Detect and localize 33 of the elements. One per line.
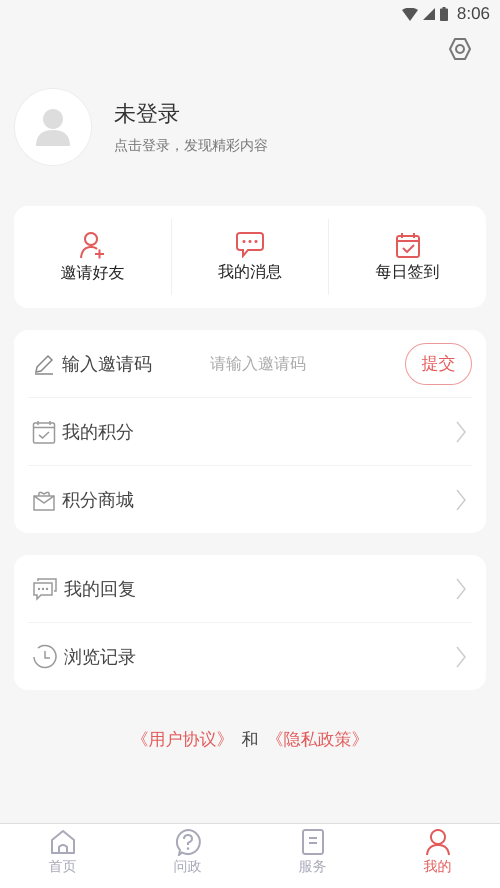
person-icon	[34, 108, 72, 146]
tab-item[interactable]: 我的	[375, 824, 500, 888]
invite-code-field[interactable]: 请输入邀请码	[208, 353, 399, 374]
invite-code-label: 输入邀请码	[62, 352, 153, 376]
menu-item[interactable]: 积分商城	[28, 466, 472, 533]
menu-item[interactable]: 我的积分	[28, 398, 472, 465]
menu-item[interactable]: 我的回复	[28, 555, 472, 622]
chat-icon	[32, 576, 58, 600]
quick-action-button[interactable]: 每日签到	[329, 222, 486, 292]
submit-button[interactable]: 提交	[405, 342, 472, 384]
login-status[interactable]: 未登录	[114, 99, 268, 129]
wifi-icon	[402, 8, 418, 20]
chevron-right-icon	[456, 578, 466, 600]
battery-icon	[440, 7, 448, 21]
calendar-check-icon	[394, 232, 421, 258]
question-icon	[174, 828, 202, 856]
conjunction-text: 和	[242, 729, 258, 751]
chevron-right-icon	[456, 420, 466, 442]
chat-icon	[236, 232, 264, 258]
add-user-icon	[79, 230, 106, 258]
chevron-right-icon	[456, 488, 466, 510]
menu-item[interactable]: 浏览记录	[28, 623, 472, 690]
signal-icon	[422, 8, 435, 20]
quick-action-button[interactable]: 邀请好友	[14, 220, 171, 294]
quick-action-button[interactable]: 我的消息	[172, 222, 328, 292]
chevron-right-icon	[456, 646, 466, 668]
status-time: 8:06	[456, 4, 490, 24]
settings-icon[interactable]	[447, 36, 473, 62]
clock-icon	[32, 644, 58, 670]
login-hint: 点击登录，发现精彩内容	[114, 137, 268, 155]
home-icon	[48, 828, 76, 856]
calendar-check-icon	[32, 420, 56, 444]
person-icon	[424, 828, 452, 856]
